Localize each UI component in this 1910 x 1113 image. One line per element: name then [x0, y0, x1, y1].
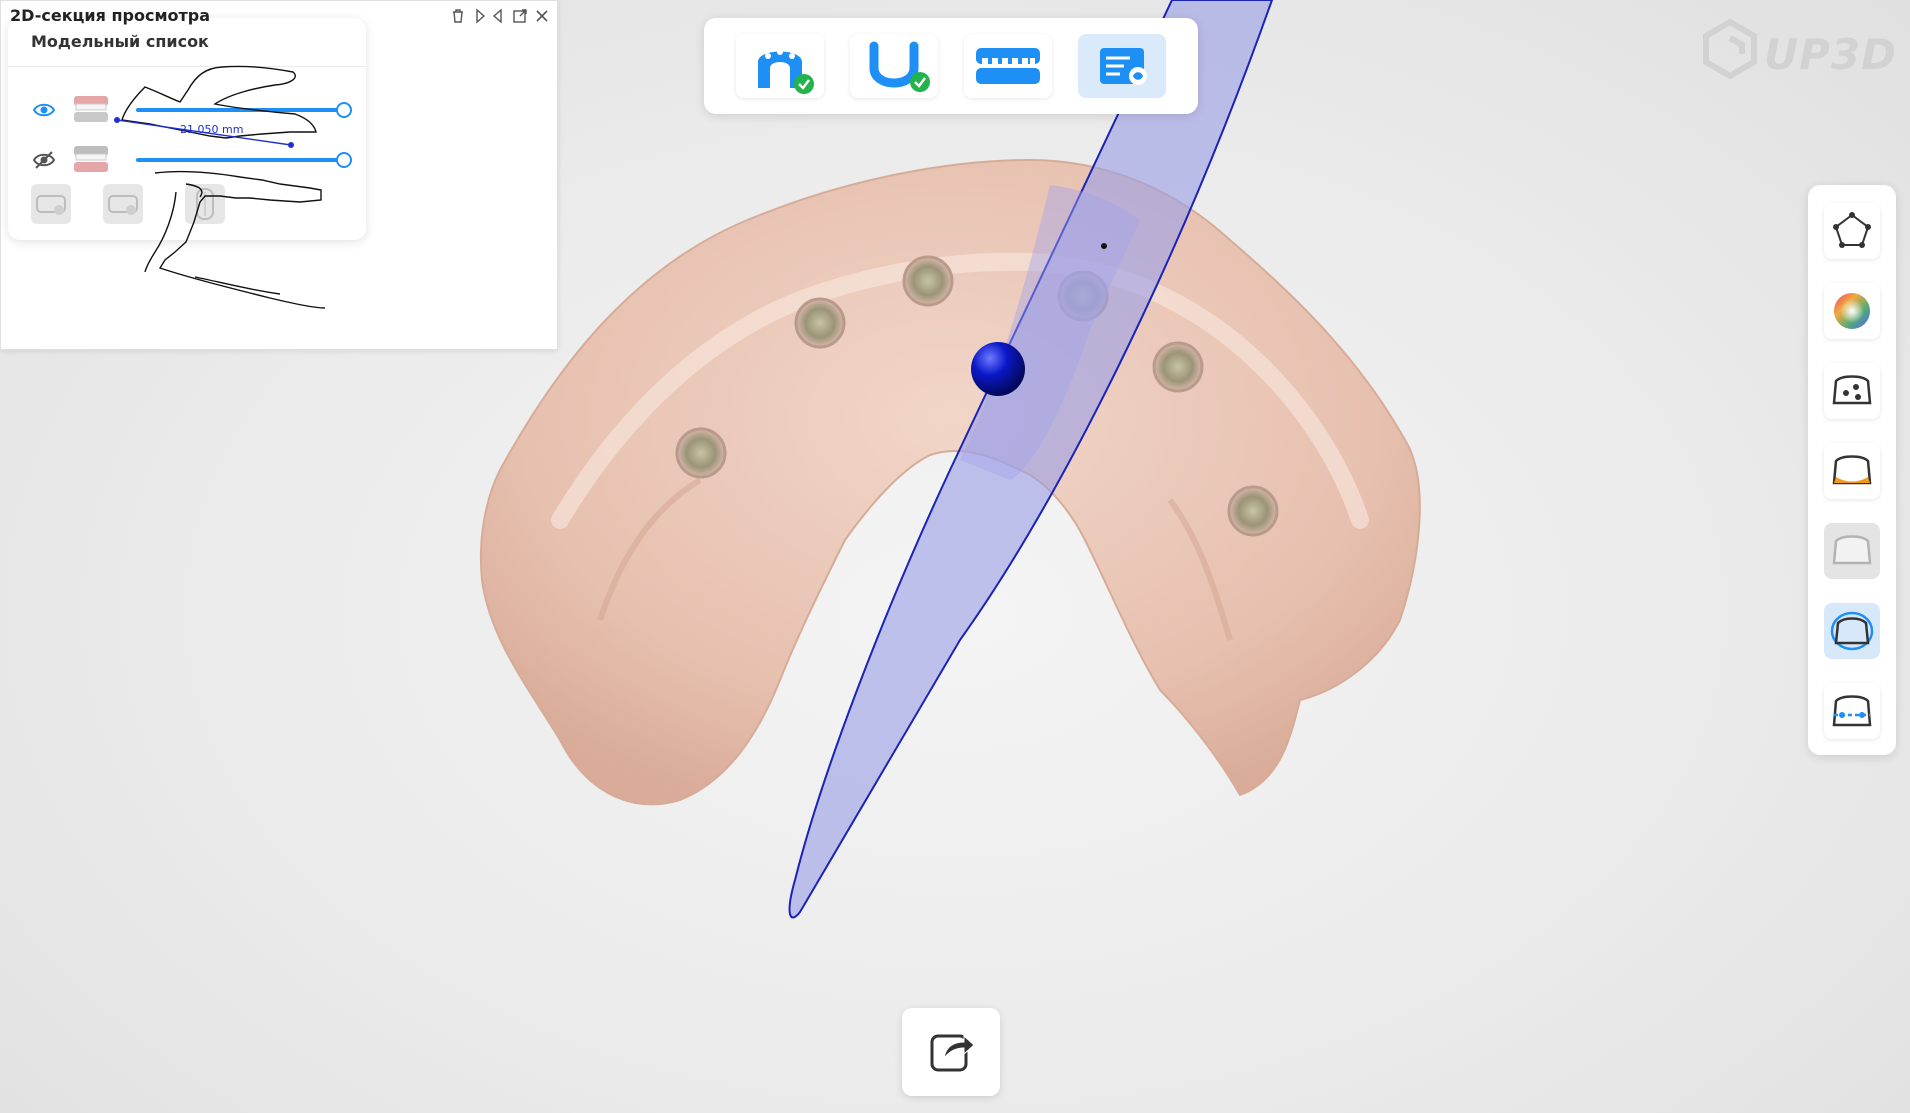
lower-arch-scan-button[interactable]: [850, 34, 938, 98]
lower-arch-icon: [869, 41, 930, 92]
color-wheel-icon: [1834, 293, 1870, 329]
detach-icon[interactable]: [512, 8, 528, 24]
measure-tool[interactable]: [1824, 683, 1880, 739]
section-profile-canvas[interactable]: 21,050 mm: [0, 32, 556, 348]
delete-icon[interactable]: [450, 8, 466, 24]
polygon-select-tool[interactable]: [1824, 203, 1880, 259]
up3d-logo: UP3D: [1700, 16, 1900, 82]
right-toolbar: [1808, 185, 1896, 755]
section-tool[interactable]: [1824, 603, 1880, 659]
bite-scan-button[interactable]: [964, 34, 1052, 98]
section-panel-title: 2D-секция просмотра: [10, 6, 211, 25]
logo-text: UP3D: [1764, 30, 1897, 79]
bite-icon: [976, 48, 1040, 84]
polygon-icon: [1833, 212, 1871, 248]
measure-point-end[interactable]: [288, 142, 294, 148]
color-tool[interactable]: [1824, 283, 1880, 339]
measurement-label: 21,050 mm: [180, 123, 243, 136]
implant-view-tool[interactable]: [1824, 363, 1880, 419]
report-icon: [1100, 48, 1147, 85]
workflow-toolbar: [704, 18, 1198, 114]
measure-point-start[interactable]: [114, 117, 120, 123]
tooth-measure-icon: [1832, 695, 1872, 727]
implant-hole: [1152, 341, 1204, 393]
flip-left-icon[interactable]: [472, 8, 488, 24]
logo-mark-icon: [1703, 18, 1757, 80]
tooth-section-icon: [1830, 611, 1874, 651]
section-view-panel: 2D-секция просмотра 21,050 mm: [0, 0, 558, 350]
tooth-outline-icon: [1832, 535, 1872, 565]
mesh-tool[interactable]: [1824, 523, 1880, 579]
implant-hole: [794, 297, 846, 349]
flip-right-icon[interactable]: [490, 8, 506, 24]
tooth-margin-icon: [1832, 455, 1872, 485]
export-button[interactable]: [902, 1008, 1000, 1096]
margin-tool[interactable]: [1824, 443, 1880, 499]
implant-hole: [902, 255, 954, 307]
share-export-icon: [930, 1034, 975, 1072]
implant-hole: [1227, 485, 1279, 537]
upper-arch-icon: [758, 49, 814, 94]
report-button[interactable]: [1078, 34, 1166, 98]
upper-arch-scan-button[interactable]: [736, 34, 824, 98]
close-icon[interactable]: [534, 8, 550, 24]
implant-hole: [675, 427, 727, 479]
tooth-implant-icon: [1832, 375, 1872, 405]
plane-handle-sphere[interactable]: [971, 342, 1025, 396]
section-contour-lower: [144, 170, 326, 309]
